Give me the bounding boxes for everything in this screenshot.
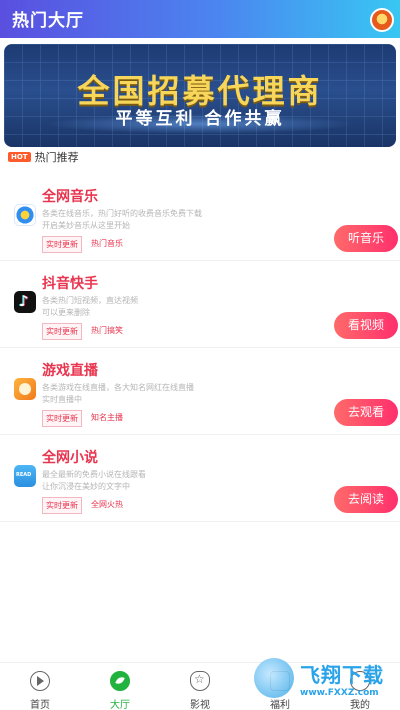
hot-badge: HOT [8,152,31,162]
tag-category: 热门搞笑 [91,326,123,335]
lion-avatar-icon[interactable] [370,8,394,32]
tab-movies[interactable]: 影视 [160,663,240,710]
item-desc-line-1: 各类游戏在线直播，各大知名网红在线直播 [42,383,194,392]
tab-label: 大厅 [110,700,130,710]
watch-video-button[interactable]: 看视频 [334,312,398,339]
item-title: 全网小说 [42,450,98,466]
item-desc-line-1: 各类在线音乐，热门好听的收费音乐免费下载 [42,209,202,218]
item-desc-line-2: 可以更来删除 [42,308,90,317]
site-watermark: 飞翔下载 www.FXXZ.com [254,656,394,700]
top-header: 热门大厅 [0,0,400,38]
recommend-list: 全网音乐 各类在线音乐，热门好听的收费音乐免费下载 开启美妙音乐从这里开始 实时… [0,174,400,522]
item-desc-line-2: 实时直播中 [42,395,82,404]
watermark-text: 飞翔下载 www.FXXZ.com [300,659,384,698]
item-tags: 实时更新 全网火热 [42,497,132,514]
item-title: 全网音乐 [42,189,98,205]
item-desc-line-2: 开启美妙音乐从这里开始 [42,221,130,230]
item-title: 游戏直播 [42,363,98,379]
banner-subtitle: 平等互利 合作共赢 [115,109,285,129]
item-desc-line-1: 各类热门短视频，直达视频 [42,296,138,305]
tab-hall[interactable]: 大厅 [80,663,160,710]
item-tags: 实时更新 知名主播 [42,410,132,427]
tab-home[interactable]: 首页 [0,663,80,710]
game-app-icon [14,378,36,400]
item-desc-line-1: 最全最新的免费小说在线跟看 [42,470,146,479]
promo-banner[interactable]: 全国招募代理商 平等互利 合作共赢 [4,44,396,147]
list-item-game[interactable]: 游戏直播 各类游戏在线直播，各大知名网红在线直播 实时直播中 实时更新 知名主播… [0,348,400,435]
music-app-icon [14,204,36,226]
tag-category: 全网火热 [91,500,123,509]
listen-music-button[interactable]: 听音乐 [334,225,398,252]
play-icon [30,671,50,691]
novel-app-icon [14,465,36,487]
watch-live-button[interactable]: 去观看 [334,399,398,426]
item-description: 最全最新的免费小说在线跟看 让你沉浸在美妙的文字中 [42,469,242,493]
section-header: HOT 热门推荐 [8,150,79,164]
item-title: 抖音快手 [42,276,98,292]
item-tags: 实时更新 热门音乐 [42,236,132,253]
item-description: 各类在线音乐，热门好听的收费音乐免费下载 开启美妙音乐从这里开始 [42,208,242,232]
tag-category: 知名主播 [91,413,123,422]
tag-category: 热门音乐 [91,239,123,248]
list-item-douyin[interactable]: 抖音快手 各类热门短视频，直达视频 可以更来删除 实时更新 热门搞笑 看视频 [0,261,400,348]
read-novel-button[interactable]: 去阅读 [334,486,398,513]
tag-realtime: 实时更新 [42,236,82,253]
list-item-novel[interactable]: 全网小说 最全最新的免费小说在线跟看 让你沉浸在美妙的文字中 实时更新 全网火热… [0,435,400,522]
douyin-app-icon [14,291,36,313]
watermark-name: 飞翔下载 [300,662,384,687]
tag-realtime: 实时更新 [42,497,82,514]
watermark-logo-icon [254,658,294,698]
tab-label: 首页 [30,700,50,710]
tab-label: 影视 [190,700,210,710]
page: 热门大厅 全国招募代理商 平等互利 合作共赢 HOT 热门推荐 全网音乐 各类在… [0,0,400,710]
watermark-url: www.FXXZ.com [300,687,379,698]
leaf-icon [110,671,130,691]
item-desc-line-2: 让你沉浸在美妙的文字中 [42,482,130,491]
tag-realtime: 实时更新 [42,323,82,340]
film-icon [190,671,210,691]
item-description: 各类热门短视频，直达视频 可以更来删除 [42,295,242,319]
page-title: 热门大厅 [12,11,84,31]
item-tags: 实时更新 热门搞笑 [42,323,132,340]
tag-realtime: 实时更新 [42,410,82,427]
item-description: 各类游戏在线直播，各大知名网红在线直播 实时直播中 [42,382,242,406]
section-title: 热门推荐 [34,151,79,164]
list-item-music[interactable]: 全网音乐 各类在线音乐，热门好听的收费音乐免费下载 开启美妙音乐从这里开始 实时… [0,174,400,261]
